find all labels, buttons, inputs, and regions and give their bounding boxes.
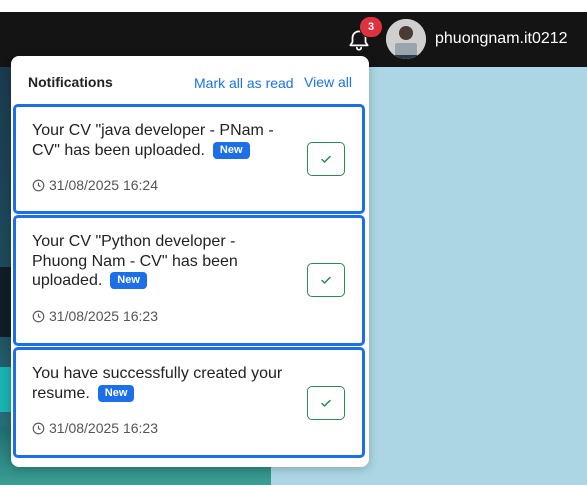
check-icon [321, 155, 331, 163]
notification-timestamp: 31/08/2025 16:23 [49, 420, 158, 436]
clock-icon [32, 179, 45, 191]
notification-time: 31/08/2025 16:23 [32, 308, 158, 324]
check-icon [321, 276, 331, 284]
view-all-link[interactable]: View all [304, 74, 352, 90]
notification-time: 31/08/2025 16:23 [32, 420, 158, 436]
notification-item[interactable]: You have successfully created your resum… [13, 347, 365, 458]
new-badge: New [212, 141, 250, 159]
notification-item[interactable]: Your CV "Python developer - Phuong Nam -… [13, 215, 365, 346]
notification-timestamp: 31/08/2025 16:24 [49, 177, 158, 193]
notification-item[interactable]: Your CV "java developer - PNam - CV" has… [13, 104, 365, 214]
notification-text: Your CV "Python developer - Phuong Nam -… [32, 232, 287, 291]
notification-time: 31/08/2025 16:24 [32, 177, 158, 193]
clock-icon [32, 422, 45, 434]
notification-text: You have successfully created your resum… [32, 364, 287, 403]
notifications-dropdown: Notifications Mark all as read View all … [11, 56, 369, 467]
top-strip [0, 0, 587, 12]
notification-message: You have successfully created your resum… [32, 365, 283, 402]
mark-all-read-link[interactable]: Mark all as read [194, 75, 294, 91]
clock-icon [32, 310, 45, 322]
username-label[interactable]: phuongnam.it0212 [435, 30, 568, 48]
avatar[interactable] [386, 19, 426, 59]
check-icon [321, 399, 331, 407]
notification-count-badge: 3 [359, 16, 383, 38]
new-badge: New [110, 272, 147, 289]
mark-read-button[interactable] [307, 142, 345, 176]
mark-read-button[interactable] [307, 263, 345, 297]
notification-timestamp: 31/08/2025 16:23 [49, 308, 158, 324]
notifications-title: Notifications [28, 74, 113, 90]
notification-text: Your CV "java developer - PNam - CV" has… [32, 121, 287, 160]
mark-read-button[interactable] [307, 386, 345, 420]
notifications-header: Notifications Mark all as read View all [11, 56, 369, 104]
new-badge: New [97, 384, 135, 402]
